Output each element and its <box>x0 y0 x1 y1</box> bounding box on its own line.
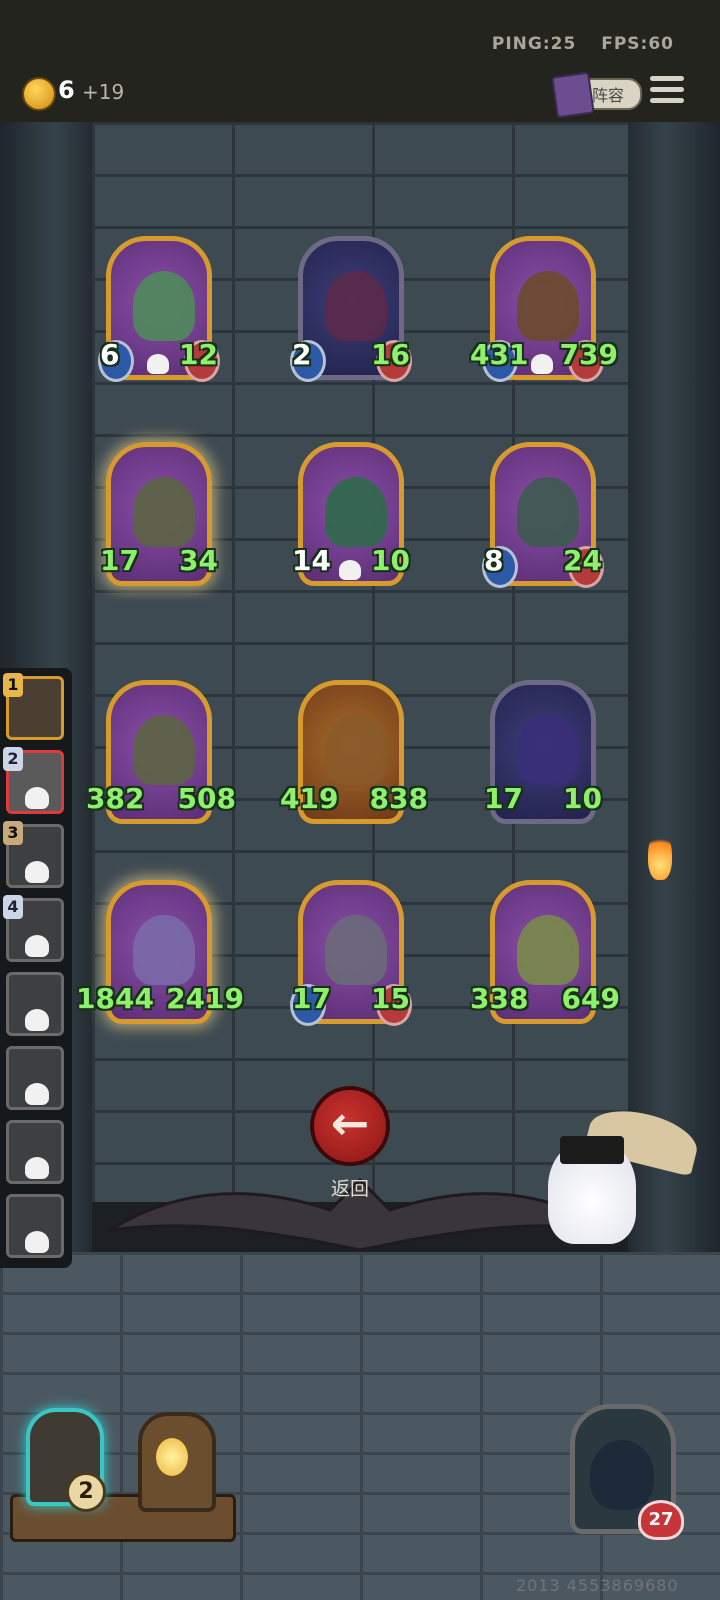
unit-attack: 382 <box>86 782 145 815</box>
coin-icon <box>22 77 56 111</box>
unit-health: 15 <box>371 982 410 1015</box>
back-label: 返回 <box>330 1178 369 1200</box>
skull-icon <box>25 1231 49 1253</box>
right-pillar <box>628 122 720 1252</box>
unit-card[interactable]: 17 10 <box>484 680 602 828</box>
lightbulb-icon <box>156 1438 188 1476</box>
unit-health: 739 <box>559 338 618 371</box>
unit-portrait <box>517 715 579 785</box>
unit-health: 649 <box>561 982 620 1015</box>
turn-order-sidebar: 1 2 3 4 <box>0 668 72 1268</box>
unit-card[interactable]: 419 838 <box>280 680 428 828</box>
unit-portrait <box>517 915 579 985</box>
game-seed: 2013 4553869680 <box>516 1576 679 1595</box>
unit-health: 16 <box>371 338 410 371</box>
skull-icon <box>25 1009 49 1031</box>
skull-icon <box>25 1083 49 1105</box>
sidebar-slot[interactable] <box>6 972 64 1036</box>
unit-portrait <box>133 271 195 341</box>
top-bar: PING:25 FPS:60 6 +19 阵容 <box>0 0 720 125</box>
torch-flame <box>648 830 672 880</box>
unit-portrait <box>517 271 579 341</box>
arrow-left-icon: ← <box>330 1096 370 1150</box>
skull-icon <box>147 354 169 374</box>
slot-number: 4 <box>3 895 23 919</box>
unit-health: 12 <box>179 338 218 371</box>
unit-card[interactable]: 382 508 <box>86 680 236 828</box>
unit-attack: 431 <box>470 338 529 371</box>
fps-readout: FPS:60 <box>601 34 674 54</box>
network-stats: PING:25 FPS:60 <box>474 34 674 54</box>
unit-portrait <box>133 715 195 785</box>
unit-attack: 17 <box>100 544 139 577</box>
coin-income: +19 <box>82 80 125 104</box>
sidebar-slot[interactable]: 4 <box>3 895 64 962</box>
item-count: 2 <box>66 1472 106 1512</box>
unit-card[interactable]: 1844 2419 <box>76 880 244 1028</box>
sidebar-slot[interactable] <box>6 1046 64 1110</box>
unit-card[interactable]: 17 15 <box>290 880 412 1028</box>
unit-card[interactable]: 14 10 <box>292 442 410 590</box>
skull-icon <box>25 861 49 883</box>
sidebar-slot[interactable]: 2 <box>3 747 64 814</box>
slot-number: 1 <box>3 673 23 697</box>
unit-card[interactable]: 6 12 <box>98 236 220 384</box>
unit-health: 10 <box>563 782 602 815</box>
lineup-button[interactable]: 阵容 <box>551 71 642 119</box>
unit-attack: 2 <box>292 338 312 371</box>
unit-health: 2419 <box>166 982 244 1015</box>
unit-card[interactable]: 17 34 <box>100 442 218 590</box>
skull-icon <box>339 560 361 580</box>
hat-icon <box>560 1136 624 1164</box>
unit-portrait <box>325 715 387 785</box>
sidebar-slot[interactable] <box>6 1194 64 1258</box>
lineup-label: 阵容 <box>592 86 625 105</box>
unit-health: 24 <box>563 544 602 577</box>
sidebar-slot[interactable]: 1 <box>3 673 64 740</box>
back-button[interactable]: ← <box>310 1086 390 1166</box>
unit-attack: 17 <box>484 782 523 815</box>
unit-portrait <box>133 915 195 985</box>
unit-card[interactable]: 8 24 <box>482 442 604 590</box>
skull-icon <box>25 787 49 809</box>
unit-attack: 1844 <box>76 982 154 1015</box>
owl-avatar <box>590 1440 654 1510</box>
menu-icon[interactable] <box>650 76 684 106</box>
player-health: 27 <box>638 1500 684 1540</box>
unit-attack: 14 <box>292 544 331 577</box>
ping-readout: PING:25 <box>491 34 577 54</box>
unit-attack: 17 <box>292 982 331 1015</box>
sidebar-slot[interactable] <box>6 1120 64 1184</box>
coin-count: 6 <box>58 76 75 104</box>
sidebar-slot[interactable]: 3 <box>3 821 64 888</box>
unit-attack: 6 <box>100 338 120 371</box>
unit-health: 10 <box>371 544 410 577</box>
unit-portrait <box>325 271 387 341</box>
skull-icon <box>25 1157 49 1179</box>
slot-number: 3 <box>3 821 23 845</box>
unit-card[interactable]: 431 739 <box>470 236 618 384</box>
unit-card[interactable]: 338 649 <box>470 880 620 1028</box>
unit-portrait <box>325 477 387 547</box>
unit-attack: 338 <box>470 982 529 1015</box>
unit-health: 838 <box>369 782 428 815</box>
slot-number: 2 <box>3 747 23 771</box>
skull-icon <box>531 354 553 374</box>
unit-attack: 419 <box>280 782 339 815</box>
unit-portrait <box>133 477 195 547</box>
unit-card[interactable]: 2 16 <box>290 236 412 384</box>
unit-portrait <box>325 915 387 985</box>
skull-icon <box>25 935 49 957</box>
unit-health: 508 <box>177 782 236 815</box>
unit-attack: 8 <box>484 544 504 577</box>
unit-health: 34 <box>179 544 218 577</box>
book-icon <box>551 71 595 119</box>
unit-portrait <box>517 477 579 547</box>
